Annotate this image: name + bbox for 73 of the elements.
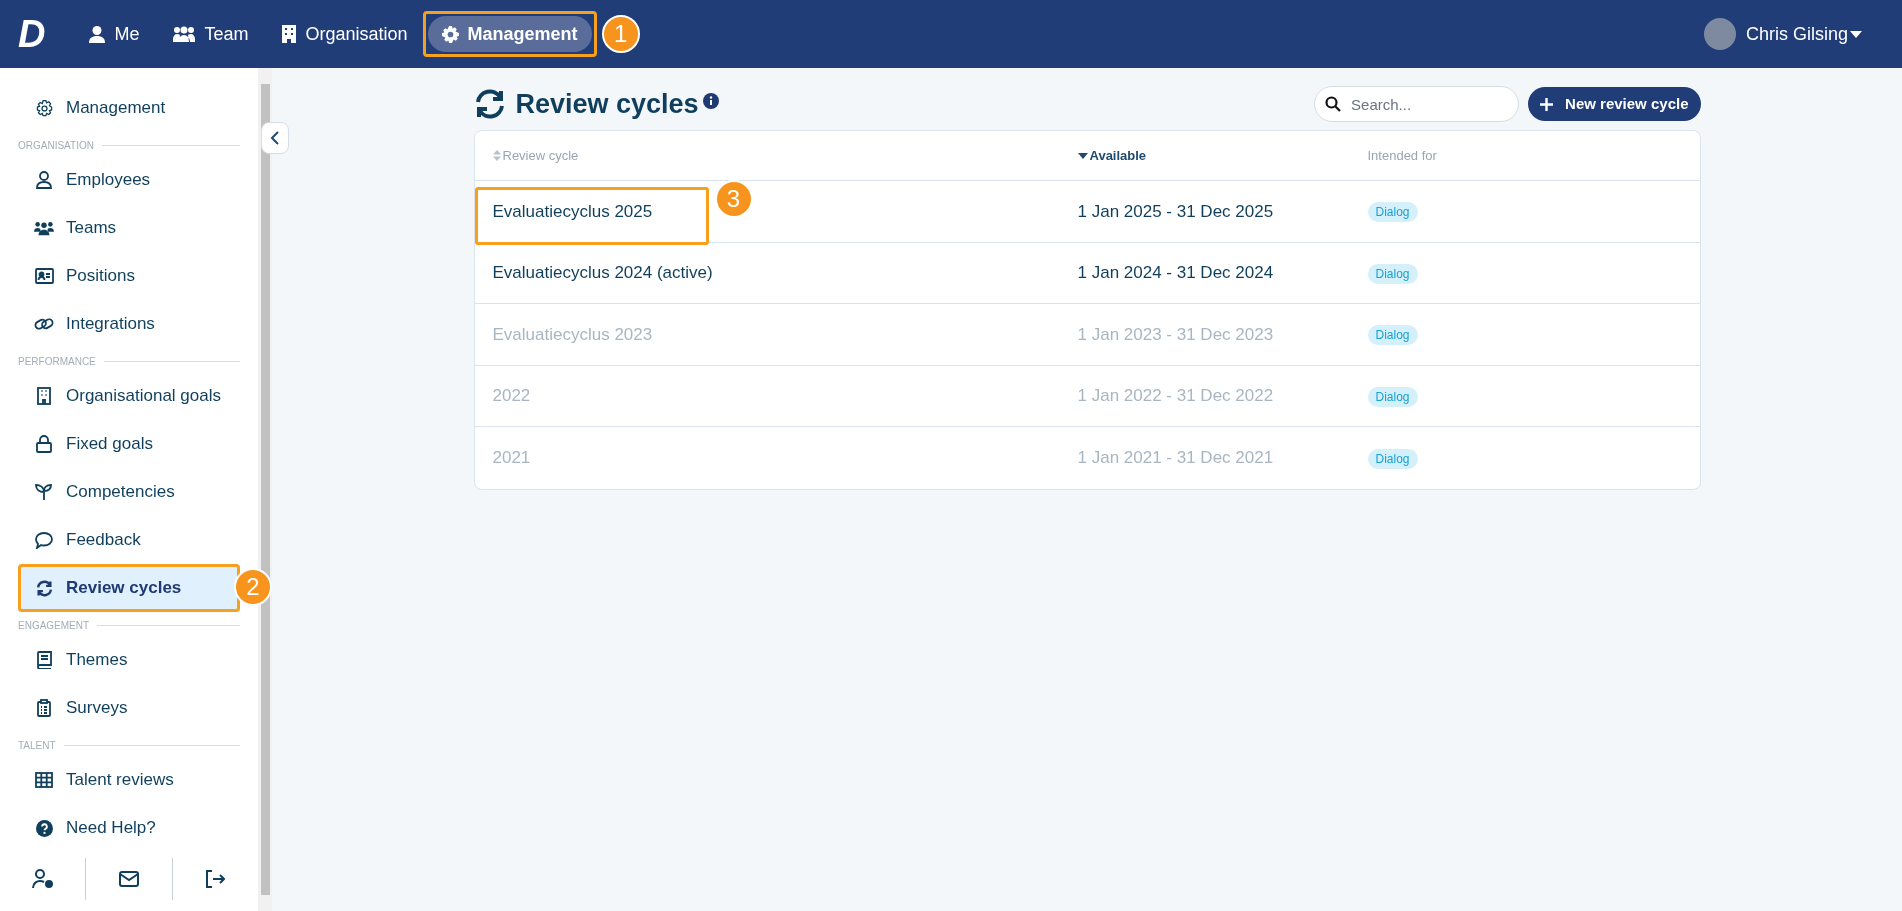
search-icon (1325, 96, 1342, 112)
sort-icon (492, 150, 501, 161)
help-icon (34, 819, 54, 837)
period-text: 1 Jan 2023 - 31 Dec 2023 (1077, 324, 1274, 344)
refresh-icon (34, 579, 54, 597)
period-text: 1 Jan 2025 - 31 Dec 2025 (1077, 201, 1274, 221)
id-card-icon (34, 268, 54, 284)
callout-number: 3 (714, 179, 753, 218)
nav-tab[interactable]: Organisation (268, 16, 422, 52)
person-icon (89, 25, 106, 43)
type-tag: Dialog (1367, 448, 1418, 469)
column-header: Intended for (1367, 146, 1437, 165)
callout-number: 1 (601, 15, 640, 53)
link-icon (34, 316, 54, 332)
gear-icon (441, 25, 459, 43)
type-tag: Dialog (1367, 386, 1418, 407)
type-tag: Dialog (1367, 325, 1418, 346)
plus-icon (1540, 97, 1554, 111)
type-tag: Dialog (1367, 263, 1418, 284)
avatar[interactable] (1703, 18, 1736, 50)
person-icon (34, 171, 54, 189)
cycle-name[interactable]: Evaluatiecyclus 2025 (492, 198, 653, 224)
people-icon (34, 220, 54, 236)
sidebar-item[interactable]: Need Help? (18, 804, 240, 852)
period-text: 1 Jan 2024 - 31 Dec 2024 (1077, 263, 1274, 282)
padlock-icon (34, 435, 54, 453)
nav-tab[interactable]: Team (159, 16, 263, 52)
page-title: Review cycles (515, 87, 699, 121)
building-icon (34, 387, 54, 405)
sidebar-item[interactable]: Fixed goals (18, 420, 240, 468)
caret-icon (1850, 30, 1862, 38)
app-logo[interactable]: D (18, 15, 46, 53)
nav-tab[interactable]: Me (75, 16, 154, 52)
period-text: 1 Jan 2021 - 31 Dec 2021 (1077, 448, 1274, 467)
table-row[interactable]: Evaluatiecyclus 2024 (active) 1 Jan 2024 - 31 Dec 2024 Dialog (474, 242, 1700, 304)
sidebar-item[interactable]: Talent reviews (18, 756, 240, 804)
column-header[interactable]: Available (1077, 145, 1147, 166)
section-label: ENGAGEMENT (18, 618, 90, 633)
chevron-left-icon (270, 131, 280, 145)
grid-icon (34, 772, 54, 788)
scrollbar[interactable] (258, 68, 272, 911)
info-icon[interactable] (702, 93, 719, 109)
sidebar-item[interactable]: Themes (18, 636, 240, 684)
table-row[interactable]: Evaluatiecyclus 2025 3 1 Jan 2025 - 31 Dec 2025 Dialog (474, 181, 1700, 243)
sidebar-item[interactable]: Employees (18, 156, 240, 204)
user-menu[interactable]: Chris Gilsing (1745, 20, 1862, 48)
book-icon (34, 651, 54, 669)
refresh-icon (473, 89, 506, 119)
period-text: 1 Jan 2022 - 31 Dec 2022 (1077, 386, 1274, 405)
sort-descending-icon (1077, 152, 1088, 159)
section-label: ORGANISATION (18, 138, 94, 153)
sprout-icon (34, 483, 54, 501)
sidebar-item[interactable]: Integrations (18, 300, 240, 348)
sidebar-item[interactable]: Positions (18, 252, 240, 300)
speech-bubble-icon (34, 531, 54, 549)
search-field[interactable]: Search... (1314, 86, 1520, 122)
building-icon (282, 25, 297, 43)
sidebar-item[interactable]: Competencies (18, 468, 240, 516)
sidebar-item[interactable]: Management (18, 84, 240, 132)
sidebar-item[interactable]: Teams (18, 204, 240, 252)
section-label: TALENT (18, 738, 56, 753)
collapse-button[interactable] (261, 122, 289, 154)
clipboard-icon (34, 699, 54, 717)
sidebar-item[interactable]: Surveys (18, 684, 240, 732)
cycle-name[interactable]: Evaluatiecyclus 2024 (active) (492, 260, 713, 286)
sidebar-item[interactable]: Feedback (18, 516, 240, 564)
gear-icon (34, 99, 54, 117)
sidebar-item[interactable]: Organisational goals (18, 372, 240, 420)
section-label: PERFORMANCE (18, 354, 96, 369)
nav-tab[interactable]: Management (427, 16, 592, 52)
new-review-cycle-button[interactable]: New review cycle (1528, 87, 1701, 121)
type-tag: Dialog (1367, 202, 1418, 223)
people-icon (173, 26, 196, 42)
